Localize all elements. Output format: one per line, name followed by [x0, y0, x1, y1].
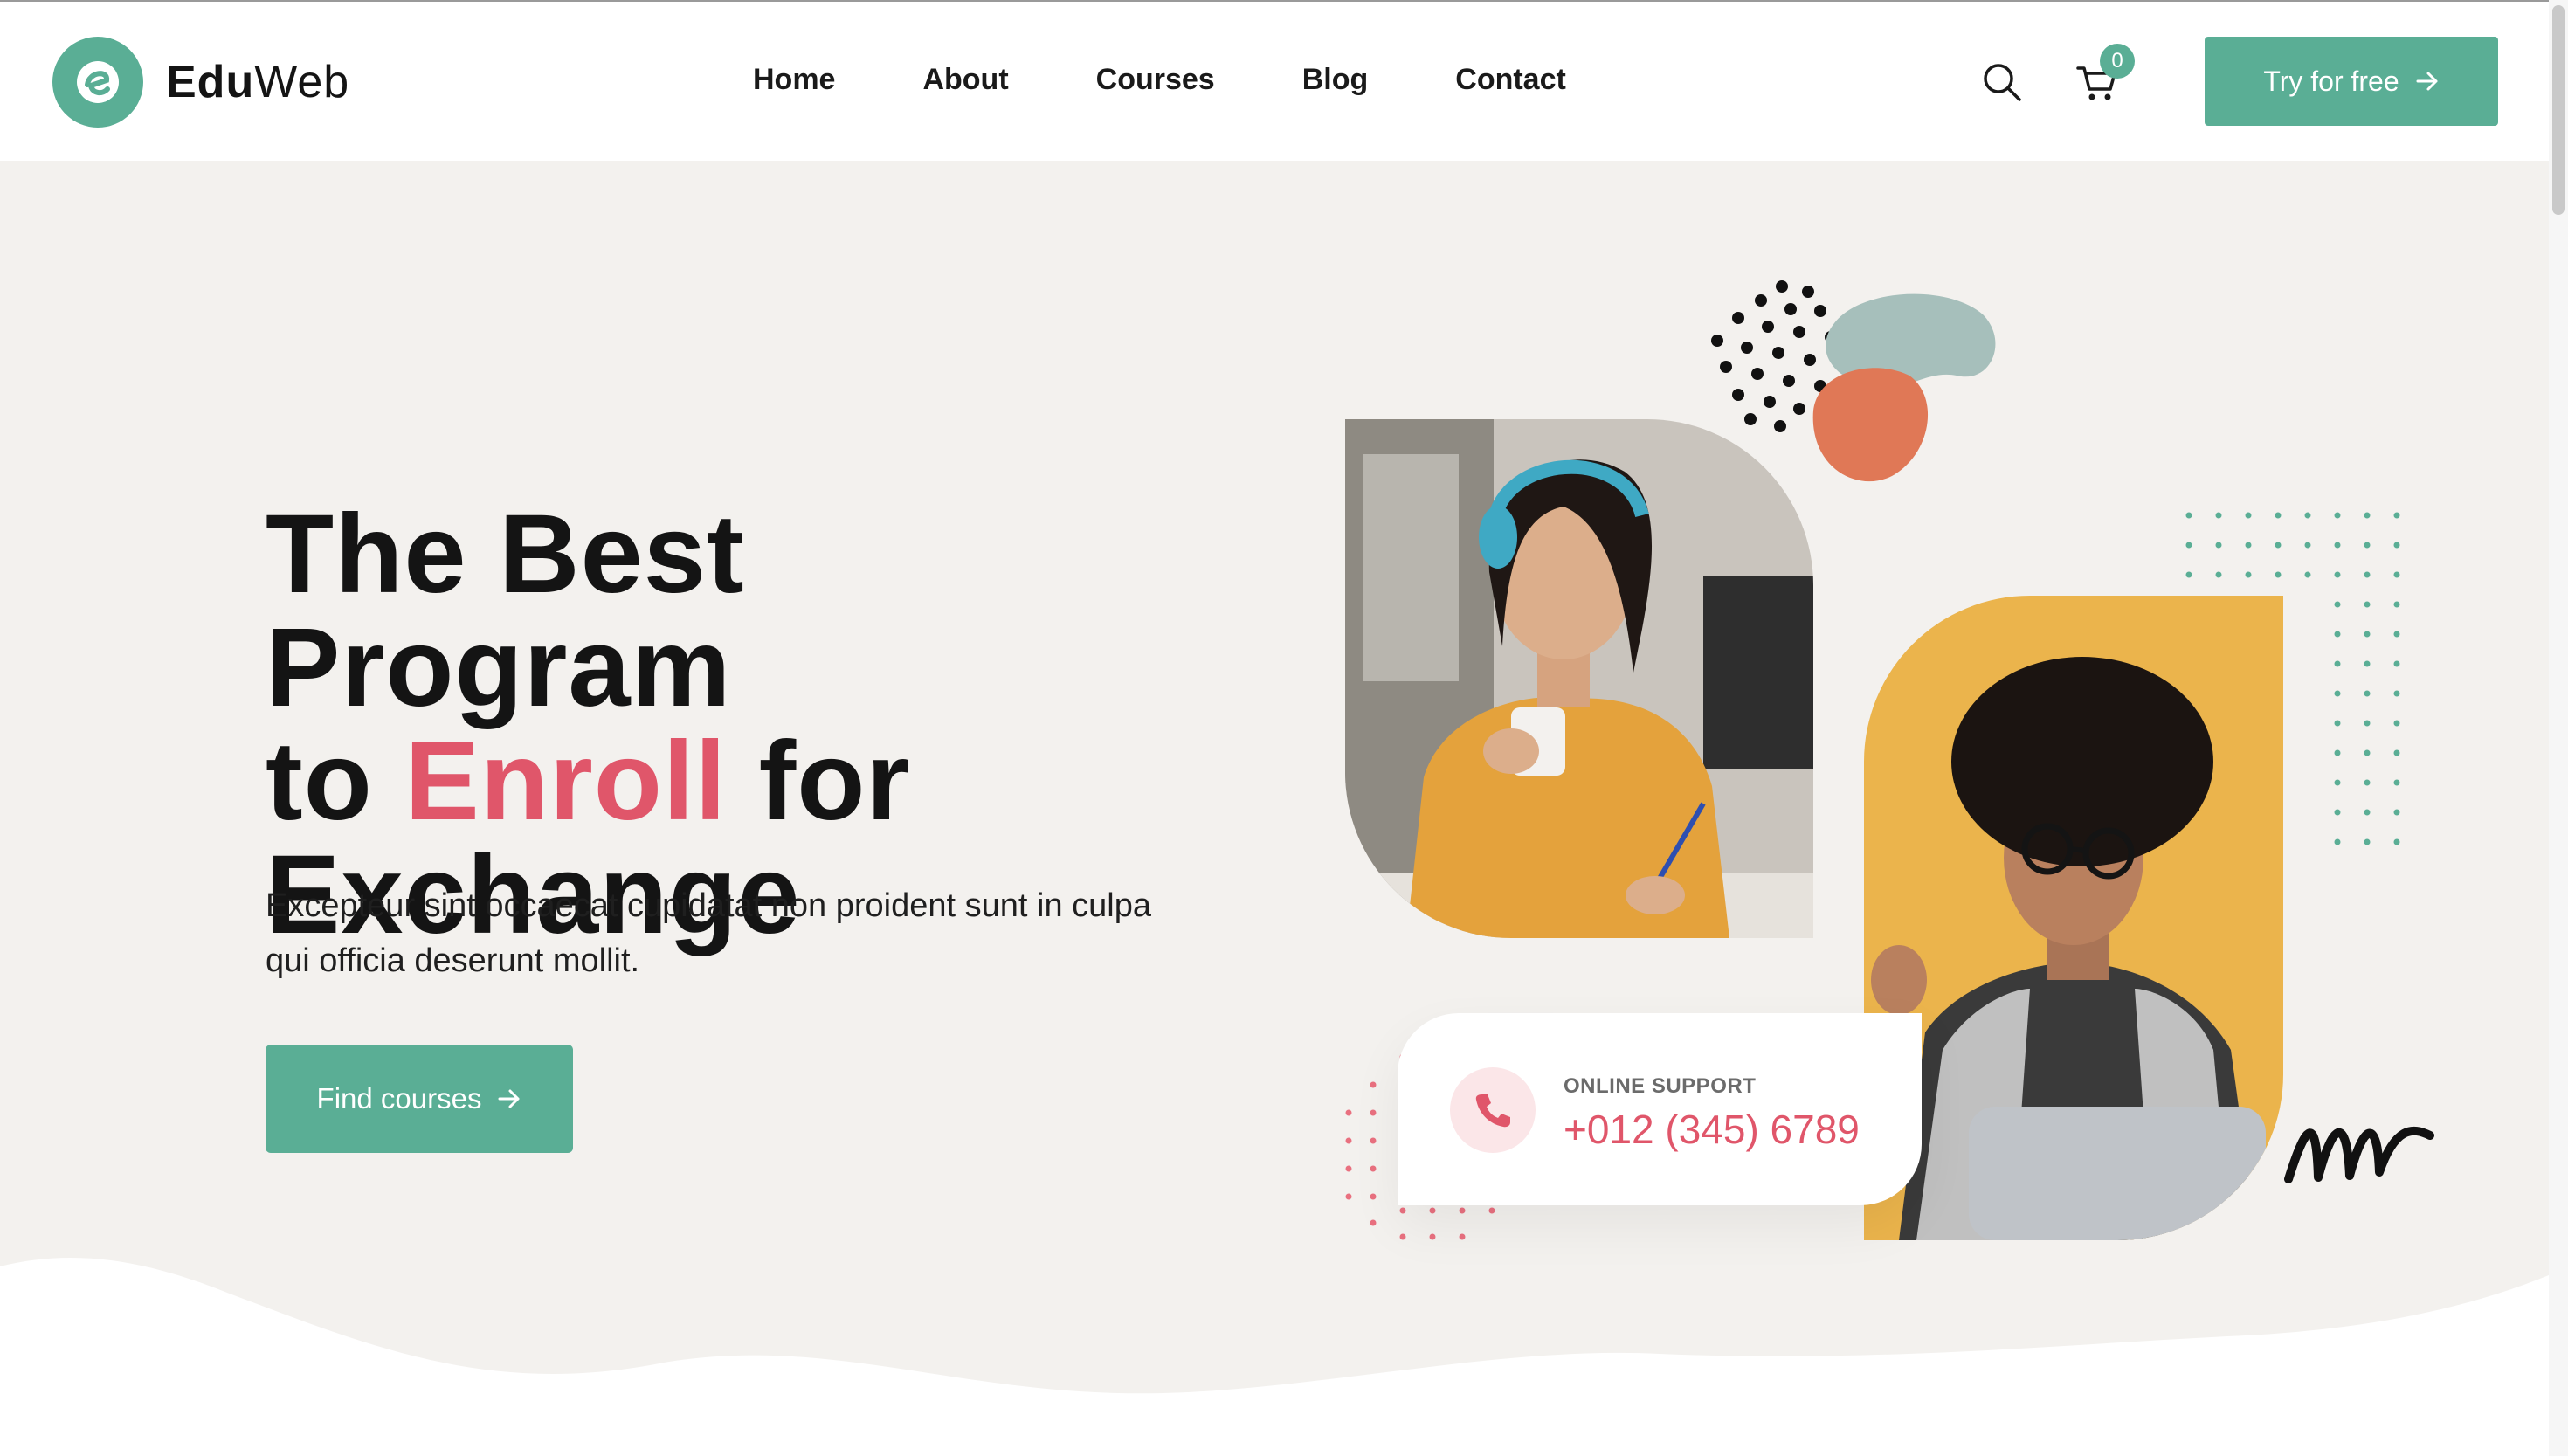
search-icon[interactable]	[1981, 61, 2023, 103]
logo-icon	[52, 37, 143, 128]
site-header: EduWeb Home About Courses Blog Contact	[0, 0, 2549, 161]
online-support-label: ONLINE SUPPORT	[1564, 1074, 1757, 1098]
nav-item-about[interactable]: About	[922, 63, 1008, 97]
scrollbar-thumb[interactable]	[2552, 5, 2565, 215]
logo-text: EduWeb	[166, 56, 349, 108]
section-wave-divider	[0, 1258, 2549, 1456]
nav-item-contact[interactable]: Contact	[1455, 63, 1566, 97]
hero-description: Excepteur sint occaecat cupidatat non pr…	[266, 887, 1151, 979]
hero-title-to: to	[266, 719, 373, 844]
arrow-right-icon	[498, 1089, 520, 1108]
nav-item-home[interactable]: Home	[753, 63, 835, 97]
support-phone-number[interactable]: +012 (345) 6789	[1564, 1106, 1860, 1153]
arrow-right-icon	[2416, 72, 2438, 91]
find-courses-label: Find courses	[316, 1082, 482, 1114]
logo-text-bold: Edu	[166, 57, 255, 107]
nav-item-blog[interactable]: Blog	[1302, 63, 1369, 97]
hero-title-line1: The Best Program	[266, 492, 745, 730]
find-courses-button[interactable]: Find courses	[266, 1045, 573, 1153]
scrollbar[interactable]	[2549, 0, 2568, 1456]
student-photo-man	[1864, 596, 2283, 1240]
hero-title-accent: Enroll	[404, 719, 728, 844]
main-nav: Home About Courses Blog Contact	[753, 63, 1566, 97]
try-for-free-button[interactable]: Try for free	[2205, 37, 2498, 126]
nav-item-courses[interactable]: Courses	[1096, 63, 1215, 97]
orange-blob-decoration	[1812, 368, 1929, 482]
try-for-free-label: Try for free	[2263, 65, 2399, 97]
squiggle-decoration	[2284, 1126, 2434, 1183]
logo[interactable]: EduWeb	[52, 37, 349, 128]
phone-icon	[1450, 1067, 1536, 1153]
student-photo-woman	[1345, 419, 1813, 938]
online-support-card: ONLINE SUPPORT +012 (345) 6789	[1398, 1013, 1922, 1205]
logo-text-light: Web	[254, 57, 350, 107]
cart-count-badge: 0	[2100, 44, 2135, 79]
hero-title-for: for	[758, 719, 911, 844]
